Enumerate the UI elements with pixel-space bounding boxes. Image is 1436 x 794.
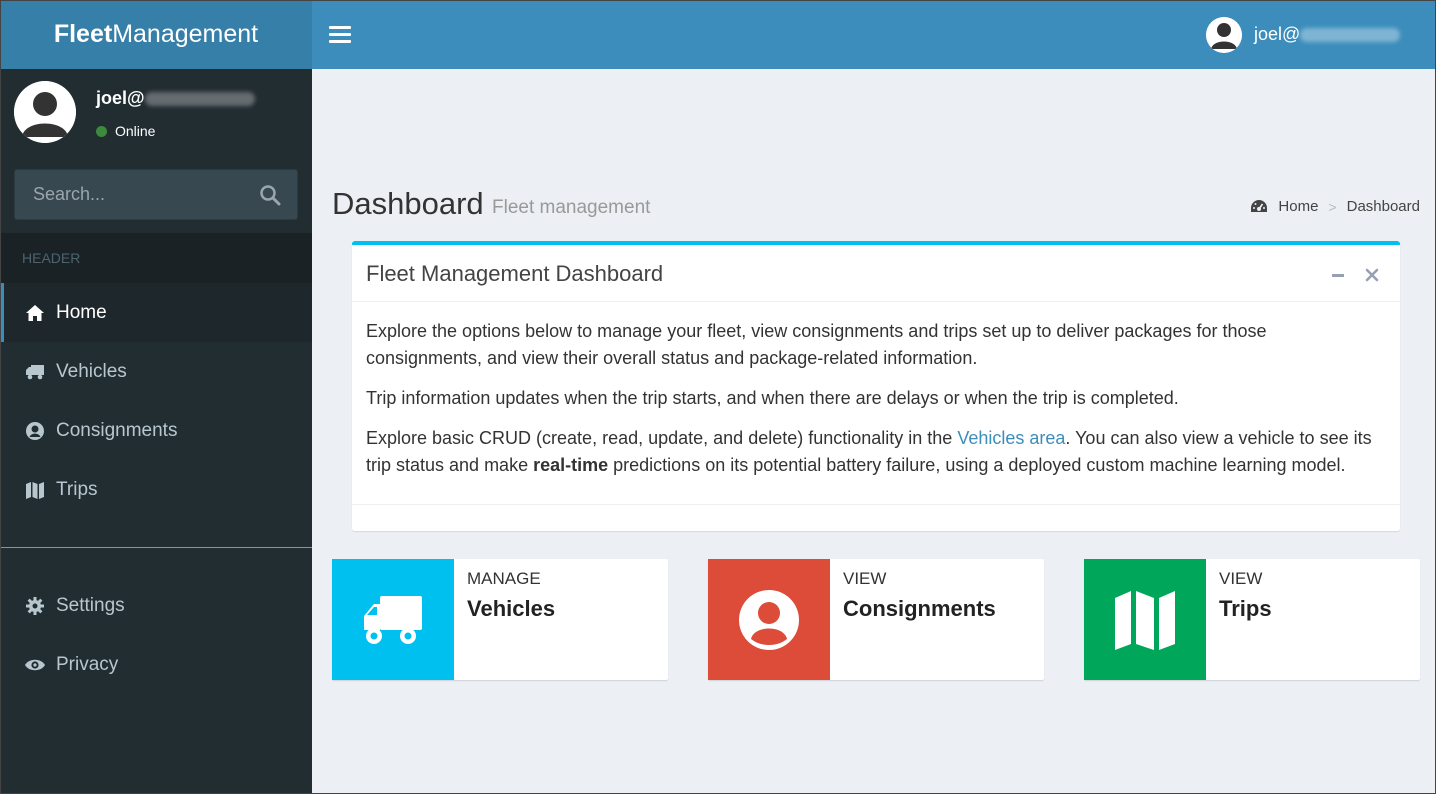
sidebar-item-label: Settings <box>56 594 125 616</box>
sidebar-item-label: Home <box>56 301 107 323</box>
info-box-text: MANAGE <box>467 569 541 588</box>
search-icon[interactable] <box>259 184 281 206</box>
map-icon <box>24 479 46 501</box>
trip-info-paragraph: Trip information updates when the trip s… <box>366 388 1179 408</box>
status-dot-icon <box>96 125 107 137</box>
sidebar-divider <box>0 547 312 548</box>
breadcrumb-current: Dashboard <box>1346 198 1420 215</box>
top-navbar: FleetManagement joel@ <box>0 0 1436 69</box>
info-box-vehicles[interactable]: MANAGE Vehicles <box>332 559 668 680</box>
info-box-text: VIEW <box>1219 569 1263 588</box>
home-icon <box>24 302 46 324</box>
redacted-text <box>144 92 255 107</box>
sidebar-item-label: Trips <box>56 478 98 500</box>
dashboard-icon <box>1251 200 1268 212</box>
box-body: Explore the options below to manage your… <box>366 318 1386 492</box>
user-avatar-icon <box>1206 16 1242 53</box>
vehicles-area-link[interactable]: Vehicles area <box>957 428 1065 448</box>
redacted-text <box>1300 28 1401 43</box>
online-status: Online <box>96 123 155 139</box>
sidebar-item-trips[interactable]: Trips <box>0 460 312 519</box>
breadcrumb: Home > Dashboard <box>1250 198 1420 215</box>
user-menu[interactable]: joel@ <box>1206 0 1436 69</box>
sidebar-item-home[interactable]: Home <box>0 283 312 342</box>
sidebar: joel@ Online HEADER Home Vehicles Consig… <box>0 69 312 794</box>
info-box-number: Consignments <box>843 596 996 621</box>
user-panel: joel@ Online <box>0 69 312 165</box>
box-tools <box>1314 265 1382 285</box>
breadcrumb-separator: > <box>1328 198 1337 215</box>
gear-icon <box>24 595 46 617</box>
truck-icon <box>332 559 454 680</box>
map-icon <box>1084 559 1206 680</box>
page-subtitle: Fleet management <box>492 197 651 218</box>
close-icon[interactable] <box>1362 265 1382 285</box>
sidebar-item-label: Consignments <box>56 419 178 441</box>
info-box-trips[interactable]: VIEW Trips <box>1084 559 1420 680</box>
user-circle-icon <box>708 559 830 680</box>
sidebar-item-label: Privacy <box>56 653 119 675</box>
sidebar-header-label: HEADER <box>0 233 312 283</box>
user-panel-name: joel@ <box>96 88 255 109</box>
search-input[interactable] <box>15 170 245 219</box>
collapse-icon[interactable] <box>1328 265 1348 285</box>
brand-logo[interactable]: FleetManagement <box>0 0 312 69</box>
user-name: joel@ <box>1254 24 1401 45</box>
dashboard-box: Fleet Management Dashboard Explore the o… <box>352 241 1400 531</box>
page-title: Dashboard <box>332 186 484 221</box>
sidebar-toggle-button[interactable] <box>329 22 351 46</box>
breadcrumb-home[interactable]: Home <box>1250 198 1318 215</box>
sidebar-item-consignments[interactable]: Consignments <box>0 401 312 460</box>
sidebar-search <box>14 169 298 220</box>
crud-paragraph: Explore basic CRUD (create, read, update… <box>366 428 1372 475</box>
sidebar-item-vehicles[interactable]: Vehicles <box>0 342 312 401</box>
sidebar-item-settings[interactable]: Settings <box>0 576 312 635</box>
user-circle-icon <box>24 420 46 442</box>
intro-paragraph: Explore the options below to manage your… <box>366 321 1267 368</box>
sidebar-item-label: Vehicles <box>56 360 127 382</box>
box-footer-divider <box>352 504 1400 505</box>
info-box-number: Trips <box>1219 596 1272 621</box>
eye-icon <box>24 654 46 676</box>
info-box-consignments[interactable]: VIEW Consignments <box>708 559 1044 680</box>
box-header-divider <box>352 301 1400 302</box>
user-avatar-icon <box>14 81 76 143</box>
box-title: Fleet Management Dashboard <box>366 261 664 286</box>
sidebar-item-privacy[interactable]: Privacy <box>0 635 312 694</box>
info-box-number: Vehicles <box>467 596 556 621</box>
truck-icon <box>24 361 46 383</box>
info-box-text: VIEW <box>843 569 887 588</box>
